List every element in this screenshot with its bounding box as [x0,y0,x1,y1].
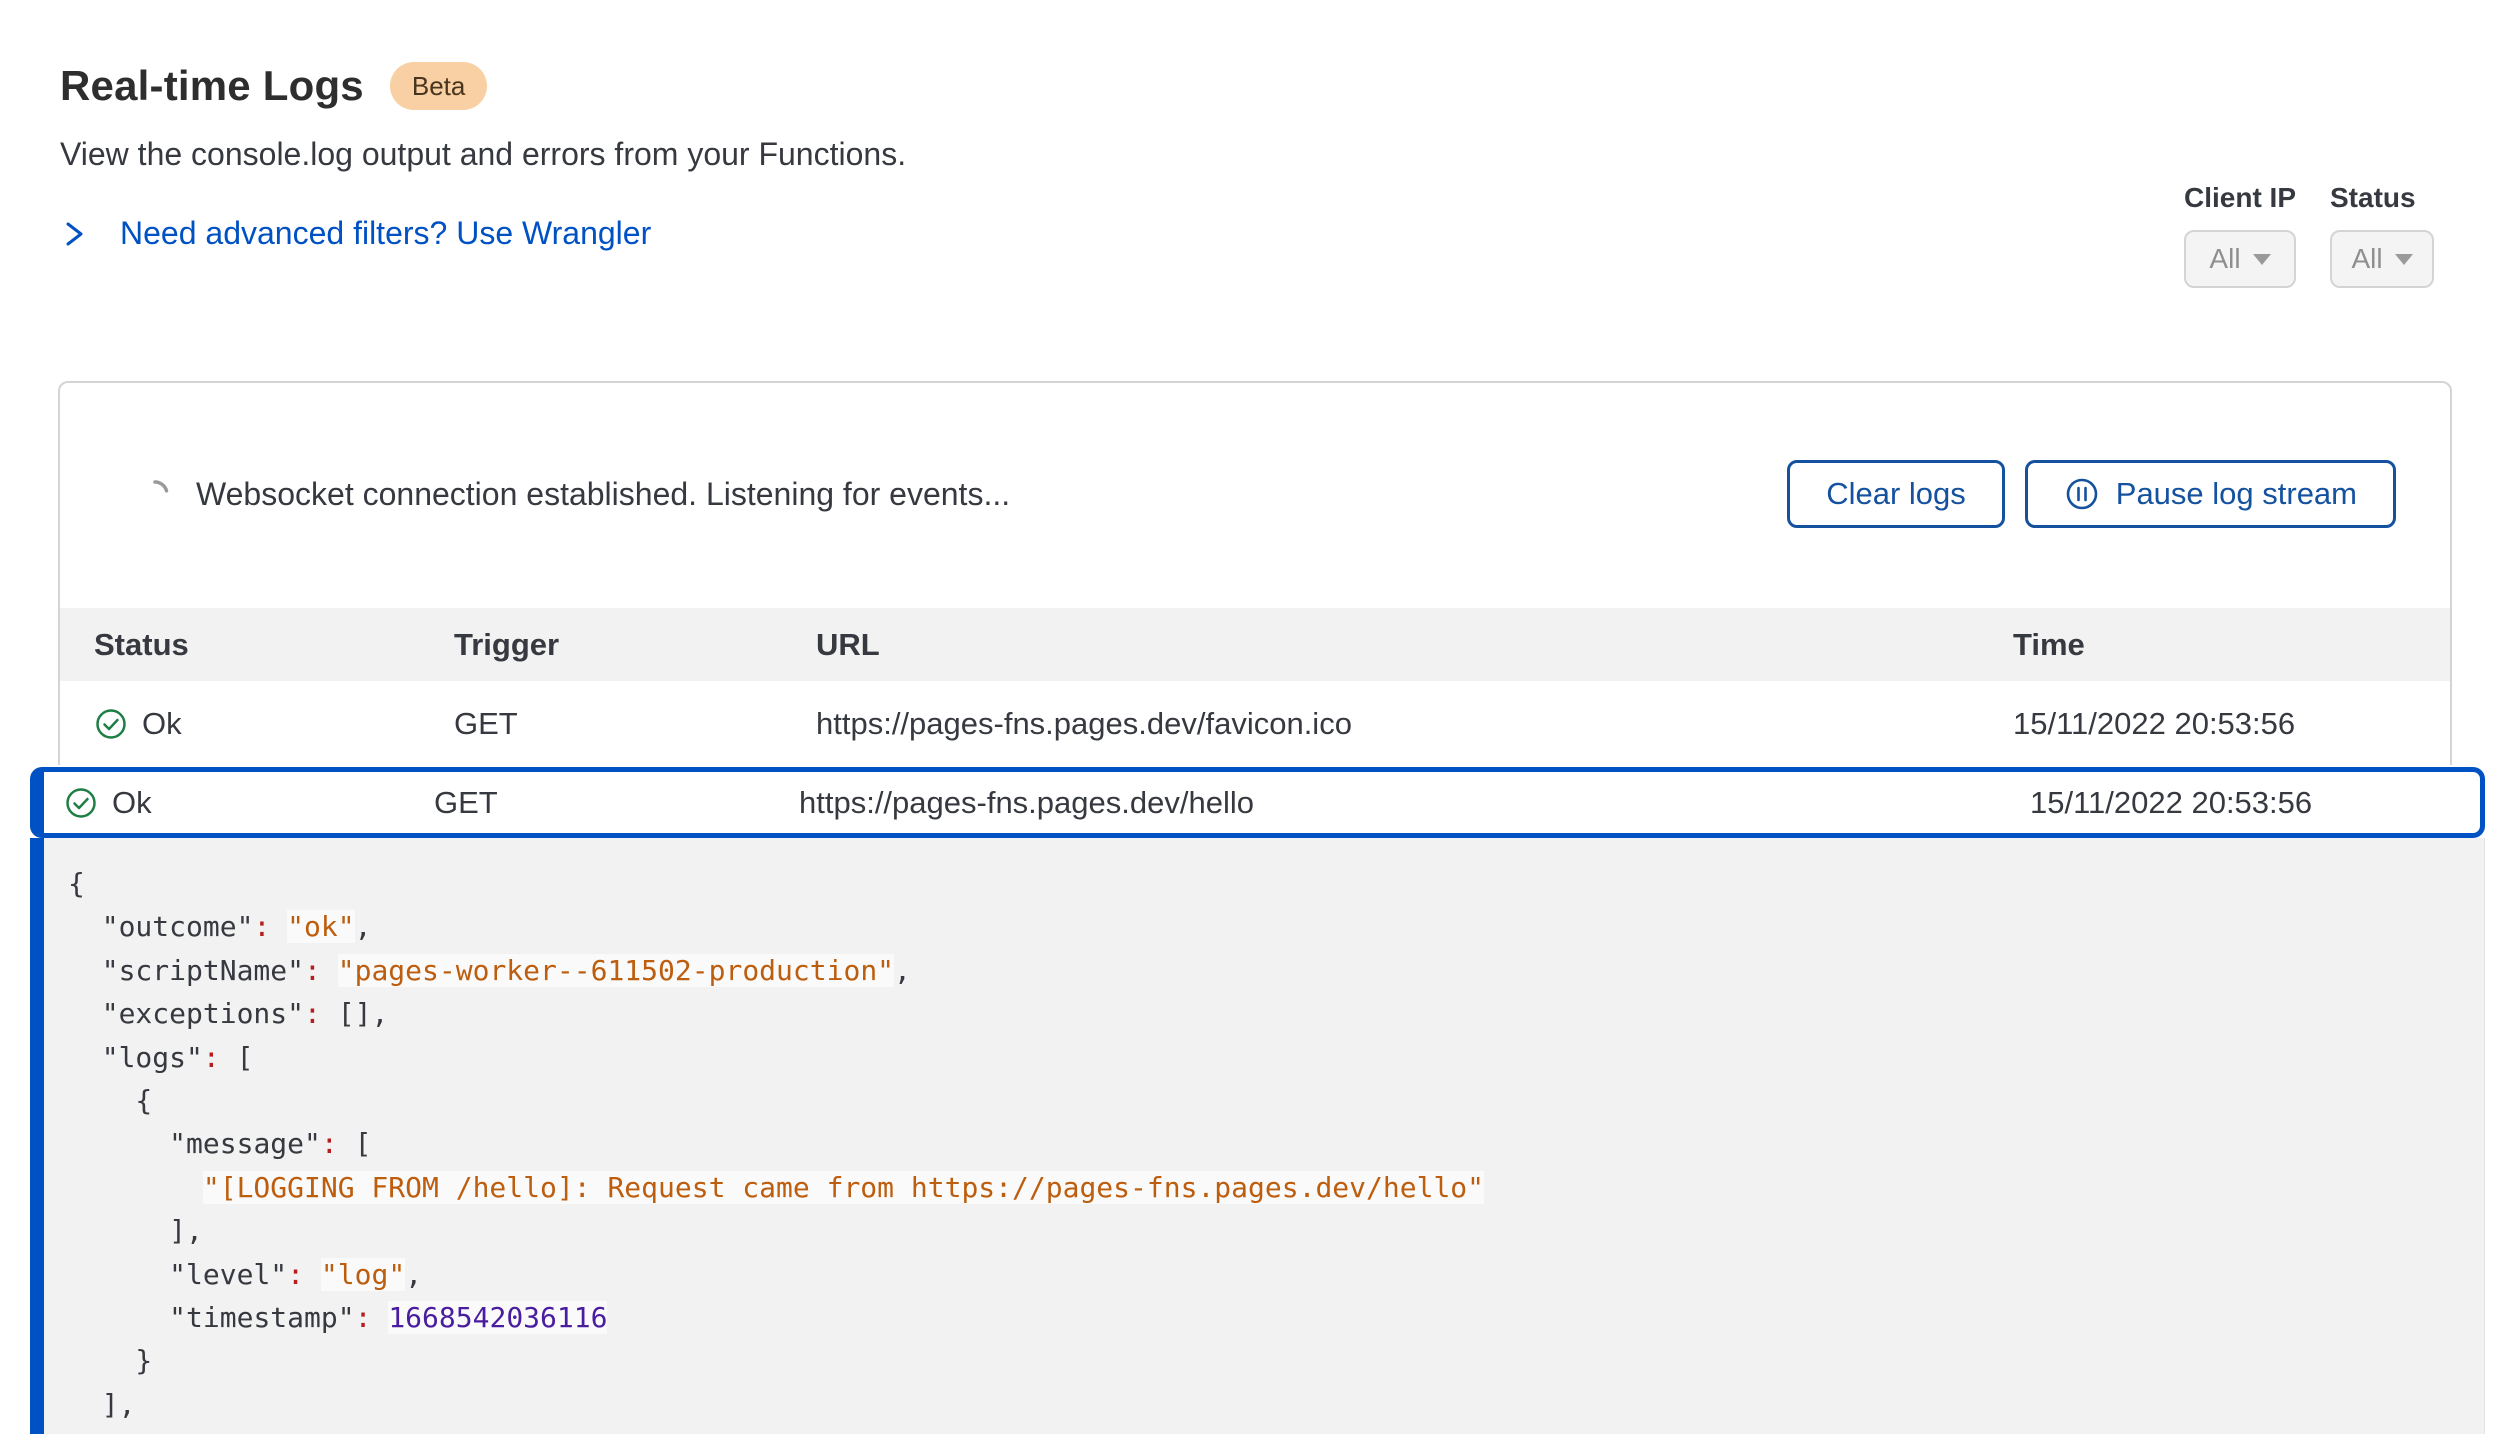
logs-toolbar: Websocket connection established. Listen… [60,460,2450,528]
json-line: ], [68,1209,2484,1252]
log-row-status: Ok [142,706,182,742]
log-row-status: Ok [112,785,152,821]
json-line: "logs": [ [68,1036,2484,1079]
log-row-trigger: GET [454,706,816,742]
page-header: Real-time Logs Beta View the console.log… [60,62,906,252]
status-dropdown[interactable]: All [2330,230,2434,288]
json-line: ], [68,1383,2484,1426]
log-row-time: 15/11/2022 20:53:56 [2030,785,2480,821]
json-line: { [68,1079,2484,1122]
circle-pause-icon [2064,476,2100,512]
json-line: "timestamp": 1668542036116 [68,1296,2484,1339]
logs-panel: Websocket connection established. Listen… [58,381,2452,765]
column-header-trigger: Trigger [454,627,816,663]
json-line: } [68,1339,2484,1382]
websocket-status-text: Websocket connection established. Listen… [196,476,1010,513]
wrangler-link[interactable]: Need advanced filters? Use Wrangler [120,215,651,252]
chevron-right-icon [60,216,88,252]
json-line: "[LOGGING FROM /hello]: Request came fro… [68,1166,2484,1209]
expanded-log-entry: Ok GET https://pages-fns.pages.dev/hello… [30,767,2485,1434]
json-line: "level": "log", [68,1253,2484,1296]
log-row[interactable]: Ok GET https://pages-fns.pages.dev/favic… [60,681,2450,766]
json-line: { [68,862,2484,905]
column-header-url: URL [816,627,2013,663]
page-subtitle: View the console.log output and errors f… [60,136,906,173]
log-row-time: 15/11/2022 20:53:56 [2013,706,2450,742]
json-line: "exceptions": [], [68,992,2484,1035]
clear-logs-button[interactable]: Clear logs [1787,460,2005,528]
circle-check-icon [94,707,128,741]
beta-badge: Beta [390,62,488,110]
caret-down-icon [2253,254,2271,265]
spinner-icon [140,479,170,509]
json-line: "scriptName": "pages-worker--611502-prod… [68,949,2484,992]
page-title: Real-time Logs [60,62,364,110]
status-filter-label: Status [2330,182,2434,214]
client-ip-label: Client IP [2184,182,2296,214]
log-row-url: https://pages-fns.pages.dev/favicon.ico [816,706,2013,742]
circle-check-icon [64,786,98,820]
client-ip-dropdown[interactable]: All [2184,230,2296,288]
status-filter-value: All [2351,243,2382,275]
column-header-time: Time [2013,627,2450,663]
json-log-body: { "outcome": "ok", "scriptName": "pages-… [30,838,2485,1434]
json-line: "outcome": "ok", [68,905,2484,948]
expanded-log-row[interactable]: Ok GET https://pages-fns.pages.dev/hello… [30,767,2485,838]
websocket-status: Websocket connection established. Listen… [140,476,1010,513]
log-row-url: https://pages-fns.pages.dev/hello [799,785,2030,821]
clear-logs-label: Clear logs [1826,476,1966,512]
client-ip-value: All [2209,243,2240,275]
caret-down-icon [2395,254,2413,265]
filters: Client IP All Status All [2184,182,2434,288]
json-line: "message": [ [68,1122,2484,1165]
wrangler-link-row[interactable]: Need advanced filters? Use Wrangler [60,215,906,252]
log-row-trigger: GET [434,785,799,821]
pause-log-stream-label: Pause log stream [2116,476,2357,512]
log-table-header: Status Trigger URL Time [60,608,2450,681]
column-header-status: Status [94,627,454,663]
pause-log-stream-button[interactable]: Pause log stream [2025,460,2396,528]
